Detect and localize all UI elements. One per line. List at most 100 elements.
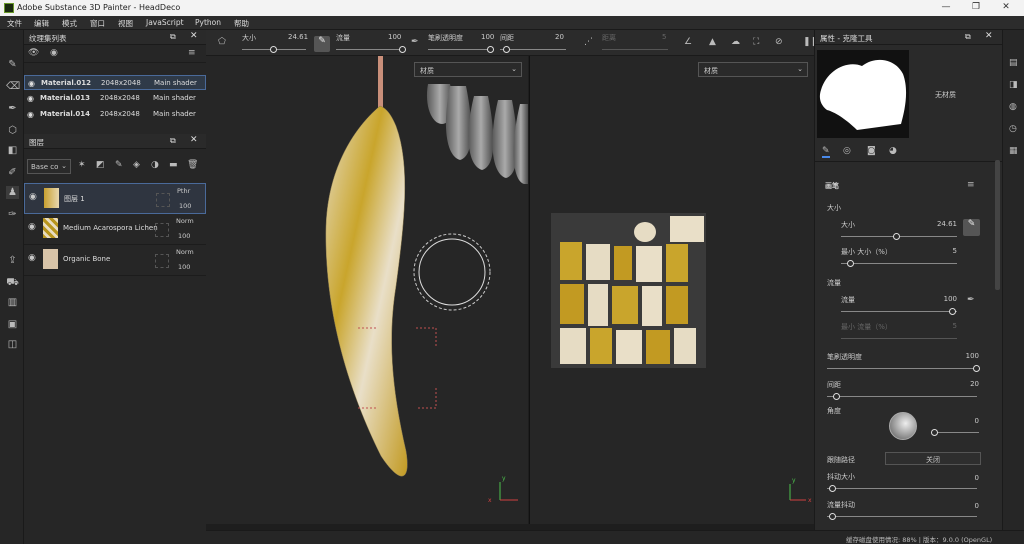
pen-pressure-icon[interactable]: ✎: [314, 36, 330, 52]
layer-opacity[interactable]: 100: [178, 263, 190, 271]
flow-jitter-slider[interactable]: [827, 516, 977, 517]
environment-icon[interactable]: ◍: [1009, 102, 1017, 112]
spacing-slider-handle[interactable]: [503, 46, 510, 53]
pen-pressure-icon[interactable]: ✎: [963, 219, 980, 236]
tab-brush-icon[interactable]: ✎: [822, 146, 830, 158]
menu-mode[interactable]: 模式: [62, 18, 77, 29]
jitter-size-value[interactable]: 0: [943, 474, 979, 482]
menu-python[interactable]: Python: [195, 18, 221, 27]
distance-value[interactable]: 5: [662, 33, 666, 41]
size-slider-handle[interactable]: [270, 46, 277, 53]
lazy-mouse-icon[interactable]: ⋰: [584, 37, 593, 47]
spacing-slider-handle[interactable]: [833, 393, 840, 400]
flow-value[interactable]: 100: [388, 33, 401, 41]
eye-icon[interactable]: ◉: [29, 192, 37, 202]
opacity-slider-handle[interactable]: [487, 46, 494, 53]
shader-name[interactable]: Main shader: [153, 94, 196, 102]
cloud-icon[interactable]: ☁: [731, 37, 740, 47]
size-value[interactable]: 24.61: [288, 33, 308, 41]
menu-edit[interactable]: 编辑: [34, 18, 49, 29]
eraser-icon[interactable]: ⌫: [6, 80, 20, 93]
settings-list-icon[interactable]: ≡: [188, 48, 196, 58]
angle-slider[interactable]: [931, 432, 979, 433]
jitter-size-slider-handle[interactable]: [829, 485, 836, 492]
minimize-button[interactable]: —: [936, 2, 956, 12]
opacity-value[interactable]: 100: [943, 352, 979, 360]
geometry-fill-icon[interactable]: ⬡: [6, 124, 19, 137]
distance-slider[interactable]: [602, 49, 668, 50]
layer-row[interactable]: ◉ Organic Bone Norm 100: [24, 245, 206, 276]
visibility-filter-icon[interactable]: 👁: [28, 48, 39, 58]
menu-help[interactable]: 帮助: [234, 18, 249, 29]
pen-icon[interactable]: ✒: [411, 37, 419, 47]
min-size-value[interactable]: 5: [925, 247, 957, 255]
min-flow-slider[interactable]: [841, 338, 957, 339]
display-settings-icon[interactable]: ◨: [1009, 80, 1018, 90]
mask-slot[interactable]: [156, 193, 170, 207]
paint-layer-icon[interactable]: ✎: [115, 160, 123, 170]
trash-tool-icon[interactable]: ▥: [6, 296, 19, 309]
preset-menu-icon[interactable]: ≡: [967, 180, 975, 190]
mask-slot[interactable]: [155, 223, 169, 237]
viewport-2d[interactable]: 材质 ⌄ x y: [529, 56, 814, 524]
layer-opacity[interactable]: 100: [179, 202, 191, 210]
blend-mode[interactable]: Pthr: [177, 187, 190, 195]
close-icon[interactable]: ✕: [985, 31, 993, 41]
eye-icon[interactable]: ◉: [28, 222, 36, 232]
shader-name[interactable]: Main shader: [153, 110, 196, 118]
opacity-value[interactable]: 100: [481, 33, 494, 41]
assets-icon[interactable]: ◫: [6, 338, 19, 351]
close-icon[interactable]: ✕: [190, 135, 198, 145]
spacing-value[interactable]: 20: [555, 33, 564, 41]
history-icon[interactable]: ◷: [1009, 124, 1017, 134]
size-value[interactable]: 24.61: [925, 220, 957, 228]
min-flow-value[interactable]: 5: [925, 322, 957, 330]
menu-javascript[interactable]: JavaScript: [146, 18, 184, 27]
eye-icon[interactable]: ◉: [27, 94, 34, 103]
magic-wand-icon[interactable]: ✶: [78, 160, 86, 170]
undock-icon[interactable]: ⧉: [170, 32, 176, 42]
mask-icon[interactable]: ◩: [96, 160, 105, 170]
mask-slot[interactable]: [155, 254, 169, 268]
tab-material-icon[interactable]: ◕: [889, 146, 897, 156]
menu-view[interactable]: 视图: [118, 18, 133, 29]
export-icon[interactable]: ⇪: [6, 254, 19, 267]
follow-path-select[interactable]: 关闭: [885, 452, 981, 465]
opacity-slider[interactable]: [428, 49, 494, 50]
angle-icon[interactable]: ∠: [684, 37, 692, 47]
smudge-icon[interactable]: ✐: [6, 166, 19, 179]
menu-file[interactable]: 文件: [7, 18, 22, 29]
layer-opacity[interactable]: 100: [178, 232, 190, 240]
clone-stamp-icon[interactable]: ♟: [6, 186, 19, 199]
list-item[interactable]: ◉ Material.012 2048x2048 Main shader: [24, 75, 206, 90]
list-item[interactable]: ◉ Material.013 2048x2048 Main shader: [24, 91, 206, 106]
undock-icon[interactable]: ⧉: [965, 32, 971, 42]
color-picker-icon[interactable]: ✑: [6, 208, 19, 221]
pen-icon[interactable]: ✒: [967, 295, 975, 305]
eye-icon[interactable]: ◉: [28, 79, 35, 88]
list-item[interactable]: ◉ Material.014 2048x2048 Main shader: [24, 107, 206, 122]
hide-icon[interactable]: ⊘: [775, 37, 783, 47]
camera-icon[interactable]: ⛶: [753, 37, 759, 47]
scrollbar[interactable]: [995, 160, 1000, 290]
close-icon[interactable]: ✕: [190, 31, 198, 41]
texture-set-settings-icon[interactable]: ▤: [1009, 58, 1018, 68]
eye-icon[interactable]: ◉: [27, 110, 34, 119]
flow-slider[interactable]: [336, 49, 404, 50]
log-icon[interactable]: ▦: [1009, 146, 1018, 156]
eye-icon[interactable]: ◉: [50, 48, 58, 58]
angle-dial[interactable]: [889, 412, 917, 440]
blend-mode[interactable]: Norm: [176, 248, 194, 256]
opacity-slider-handle[interactable]: [973, 365, 980, 372]
angle-slider-handle[interactable]: [931, 429, 938, 436]
viewport-3d[interactable]: 材质 ⌄ x y: [206, 56, 528, 524]
opacity-slider[interactable]: [827, 368, 977, 369]
folder-icon[interactable]: ▬: [169, 160, 178, 170]
close-button[interactable]: ✕: [996, 2, 1016, 12]
maximize-button[interactable]: ❐: [966, 2, 986, 12]
layer-row[interactable]: ◉ Medium Acarospora Lichen Norm 100: [24, 214, 206, 245]
flow-jitter-slider-handle[interactable]: [829, 513, 836, 520]
brush-preset-icon[interactable]: ⬠: [218, 37, 226, 47]
spacing-slider[interactable]: [827, 396, 977, 397]
flow-jitter-value[interactable]: 0: [943, 502, 979, 510]
